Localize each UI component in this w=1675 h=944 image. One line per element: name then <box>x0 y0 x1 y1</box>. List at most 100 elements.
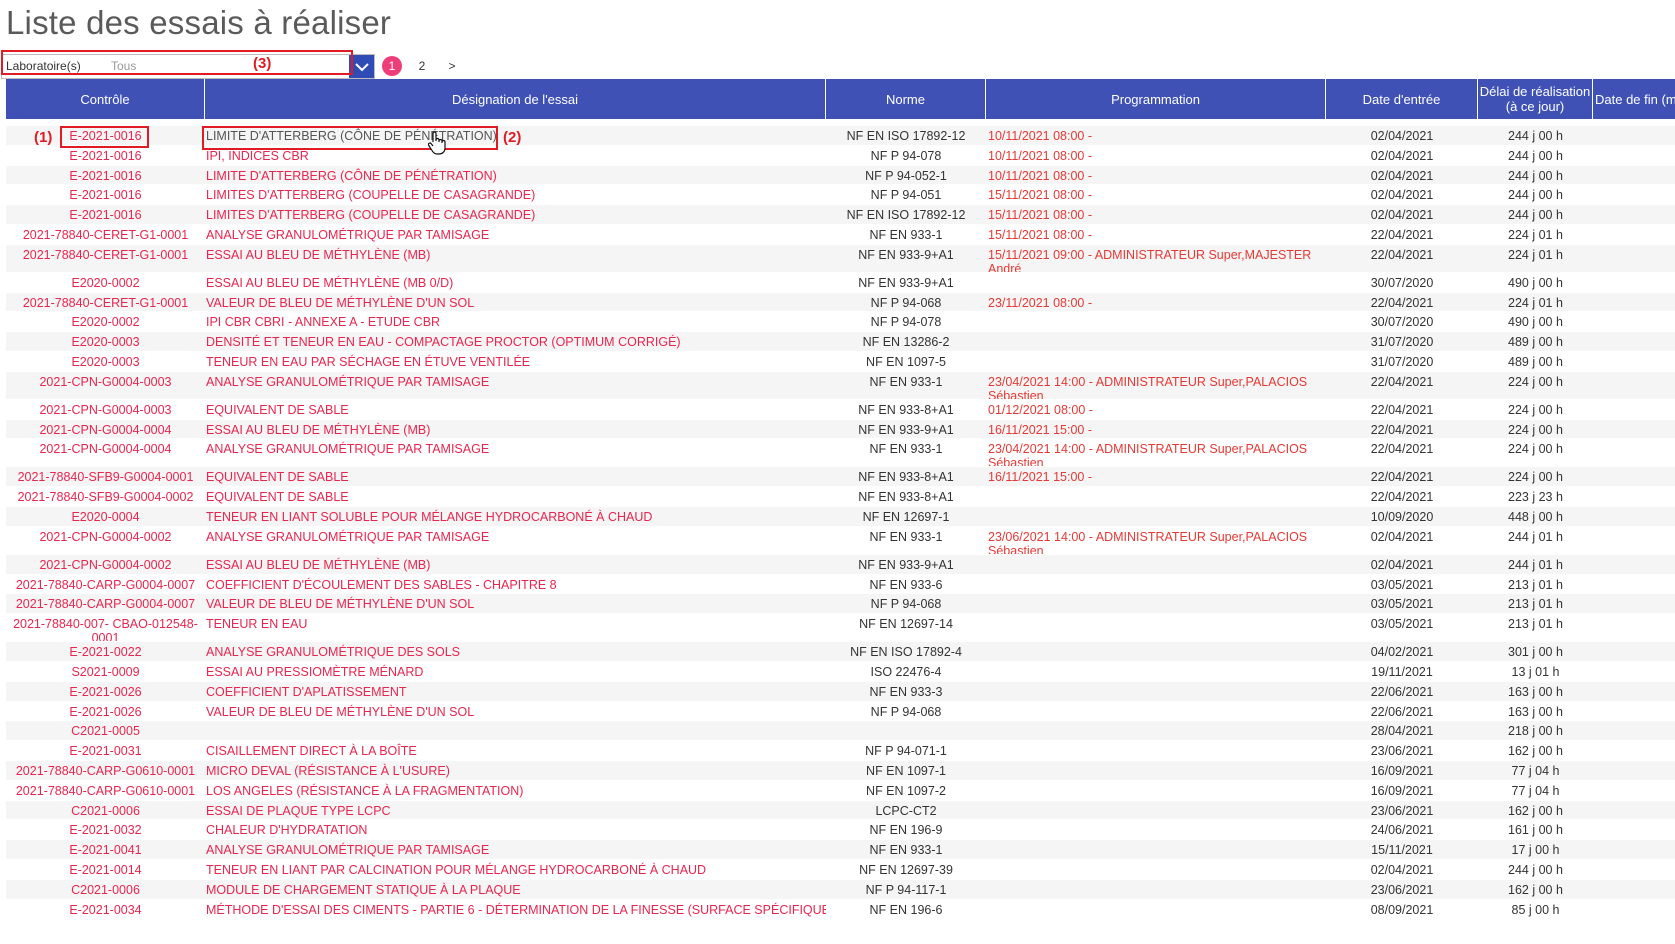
cell-controle[interactable]: 2021-78840-CARP-G0610-0001 <box>6 761 205 780</box>
cell-designation[interactable]: COEFFICIENT D'ÉCOULEMENT DES SABLES - CH… <box>205 575 826 594</box>
cell-designation[interactable]: CHALEUR D'HYDRATATION <box>205 820 826 839</box>
cell-controle[interactable]: C2021-0006 <box>6 801 205 820</box>
cell-designation[interactable]: LIMITES D'ATTERBERG (COUPELLE DE CASAGRA… <box>205 185 826 204</box>
cell-designation[interactable]: CISAILLEMENT DIRECT À LA BOÎTE <box>205 741 826 760</box>
cell-designation[interactable]: TENEUR EN EAU <box>205 614 826 641</box>
table-row[interactable]: E2020-0002 IPI CBR CBRI - ANNEXE A - ETUD… <box>6 312 1675 333</box>
table-row[interactable]: E-2021-0016 LIMITE D'ATTERBERG (CÔNE DE P… <box>6 165 1675 186</box>
cell-controle[interactable]: S2021-0009 <box>6 662 205 681</box>
cell-controle[interactable]: E-2021-0022 <box>6 642 205 661</box>
table-row[interactable]: E-2021-0014 TENEUR EN LIANT PAR CALCINATI… <box>6 860 1675 880</box>
cell-designation[interactable]: ANALYSE GRANULOMÉTRIQUE PAR TAMISAGE <box>205 840 826 859</box>
cell-designation[interactable]: ESSAI DE PLAQUE TYPE LCPC <box>205 801 826 820</box>
table-row[interactable]: C2021-0006 ESSAI DE PLAQUE TYPE LCPC LCPC-… <box>6 800 1675 821</box>
cell-controle[interactable]: E-2021-0026 <box>6 702 205 721</box>
table-row[interactable]: 2021-78840-CARP-G0610-0001 LOS ANGELES (R… <box>6 781 1675 801</box>
table-row[interactable]: E-2021-0026 COEFFICIENT D'APLATISSEMENT NF… <box>6 681 1675 702</box>
cell-designation[interactable]: MODULE DE CHARGEMENT STATIQUE À LA PLAQU… <box>205 880 826 899</box>
cell-designation[interactable]: ANALYSE GRANULOMÉTRIQUE PAR TAMISAGE <box>205 225 826 244</box>
table-row[interactable]: 2021-78840-007- CBAO-012548-0001 TENEUR E… <box>6 614 1675 643</box>
table-row[interactable]: E-2021-0034 MÉTHODE D'ESSAI DES CIMENTS -… <box>6 900 1675 920</box>
cell-controle[interactable]: 2021-78840-007- CBAO-012548-0001 <box>6 614 205 641</box>
chevron-down-icon[interactable] <box>349 55 374 78</box>
table-row[interactable]: 2021-78840-SFB9-G0004-0002 EQUIVALENT DE … <box>6 487 1675 507</box>
cell-designation[interactable]: DENSITÉ ET TENEUR EN EAU - COMPACTAGE PR… <box>205 332 826 351</box>
cell-controle[interactable]: 2021-78840-CARP-G0004-0007 <box>6 594 205 613</box>
table-row[interactable]: E-2021-0031 CISAILLEMENT DIRECT À LA BOÎT… <box>6 741 1675 761</box>
table-row[interactable]: 2021-78840-CERET-G1-0001 ESSAI AU BLEU DE… <box>6 244 1675 273</box>
cell-designation[interactable]: LIMITES D'ATTERBERG (COUPELLE DE CASAGRA… <box>205 205 826 224</box>
column-header-delai[interactable]: Délai de réalisation (à ce jour) <box>1478 79 1593 119</box>
table-row[interactable]: E-2021-0016 LIMITE D'ATTERBERG (CÔNE DE P… <box>6 126 1675 146</box>
cell-designation[interactable]: ESSAI AU PRESSIOMÈTRE MÉNARD <box>205 662 826 681</box>
table-row[interactable]: 2021-78840-CARP-G0610-0001 MICRO DEVAL (R… <box>6 760 1675 781</box>
cell-controle[interactable]: C2021-0006 <box>6 880 205 899</box>
column-header-norme[interactable]: Norme <box>826 79 986 119</box>
cell-controle[interactable]: 2021-CPN-G0004-0003 <box>6 372 205 399</box>
cell-designation[interactable]: LIMITE D'ATTERBERG (CÔNE DE PÉNÉTRATION) <box>205 166 826 185</box>
table-row[interactable]: 2021-78840-CARP-G0004-0007 COEFFICIENT D'… <box>6 575 1675 595</box>
cell-controle[interactable]: E2020-0004 <box>6 507 205 526</box>
cell-designation[interactable]: ESSAI AU BLEU DE MÉTHYLÈNE (MB) <box>205 555 826 574</box>
cell-designation[interactable]: VALEUR DE BLEU DE MÉTHYLÈNE D'UN SOL <box>205 594 826 613</box>
table-row[interactable]: E2020-0003 TENEUR EN EAU PAR SÉCHAGE EN É… <box>6 352 1675 372</box>
table-row[interactable]: 2021-CPN-G0004-0003 ANALYSE GRANULOMÉTRIQ… <box>6 371 1675 400</box>
cell-designation[interactable]: ESSAI AU BLEU DE MÉTHYLÈNE (MB 0/D) <box>205 273 826 292</box>
cell-controle[interactable]: E-2021-0016 <box>6 146 205 165</box>
table-row[interactable]: 2021-CPN-G0004-0004 ANALYSE GRANULOMÉTRIQ… <box>6 439 1675 468</box>
filter-value[interactable]: Tous <box>111 59 136 73</box>
table-row[interactable]: C2021-0006 MODULE DE CHARGEMENT STATIQUE … <box>6 879 1675 900</box>
cell-controle[interactable]: 2021-78840-SFB9-G0004-0002 <box>6 487 205 506</box>
cell-designation[interactable]: EQUIVALENT DE SABLE <box>205 467 826 486</box>
cell-controle[interactable]: 2021-CPN-G0004-0004 <box>6 420 205 439</box>
table-row[interactable]: E2020-0002 ESSAI AU BLEU DE MÉTHYLÈNE (MB… <box>6 273 1675 293</box>
table-row[interactable]: S2021-0009 ESSAI AU PRESSIOMÈTRE MÉNARD IS… <box>6 662 1675 682</box>
cell-controle[interactable]: 2021-78840-SFB9-G0004-0001 <box>6 467 205 486</box>
cell-controle[interactable]: 2021-78840-CERET-G1-0001 <box>6 293 205 312</box>
cell-controle[interactable]: C2021-0005 <box>6 721 205 740</box>
table-row[interactable]: E2020-0003 DENSITÉ ET TENEUR EN EAU - COM… <box>6 332 1675 352</box>
cell-designation[interactable]: VALEUR DE BLEU DE MÉTHYLÈNE D'UN SOL <box>205 702 826 721</box>
cell-designation[interactable]: ANALYSE GRANULOMÉTRIQUE PAR TAMISAGE <box>205 439 826 466</box>
cell-controle[interactable]: E-2021-0031 <box>6 741 205 760</box>
cell-controle[interactable]: 2021-CPN-G0004-0002 <box>6 555 205 574</box>
cell-designation[interactable]: TENEUR EN LIANT PAR CALCINATION POUR MÉL… <box>205 860 826 879</box>
cell-controle[interactable]: 2021-78840-CARP-G0004-0007 <box>6 575 205 594</box>
cell-controle[interactable]: E-2021-0016 <box>6 205 205 224</box>
cell-designation[interactable]: IPI CBR CBRI - ANNEXE A - ETUDE CBR <box>205 312 826 331</box>
cell-controle[interactable]: E-2021-0016 <box>6 185 205 204</box>
cell-designation[interactable]: EQUIVALENT DE SABLE <box>205 400 826 419</box>
cell-controle[interactable]: E-2021-0014 <box>6 860 205 879</box>
table-row[interactable]: 2021-78840-CARP-G0004-0007 VALEUR DE BLEU… <box>6 594 1675 615</box>
cell-controle[interactable]: 2021-78840-CARP-G0610-0001 <box>6 781 205 800</box>
cell-controle[interactable]: 2021-78840-CERET-G1-0001 <box>6 245 205 272</box>
table-row[interactable]: 2021-CPN-G0004-0004 ESSAI AU BLEU DE MÉTH… <box>6 419 1675 440</box>
cell-controle[interactable]: E-2021-0032 <box>6 820 205 839</box>
cell-designation[interactable]: TENEUR EN LIANT SOLUBLE POUR MÉLANGE HYD… <box>205 507 826 526</box>
column-header-designation[interactable]: Désignation de l'essai <box>205 79 826 119</box>
table-row[interactable]: 2021-CPN-G0004-0002 ANALYSE GRANULOMÉTRIQ… <box>6 527 1675 555</box>
table-row[interactable]: 2021-78840-CERET-G1-0001 VALEUR DE BLEU D… <box>6 292 1675 313</box>
cell-controle[interactable]: 2021-78840-CERET-G1-0001 <box>6 225 205 244</box>
cell-designation[interactable]: COEFFICIENT D'APLATISSEMENT <box>205 682 826 701</box>
cell-designation[interactable]: MÉTHODE D'ESSAI DES CIMENTS - PARTIE 6 -… <box>205 900 826 919</box>
cell-designation[interactable]: TENEUR EN EAU PAR SÉCHAGE EN ÉTUVE VENTI… <box>205 352 826 371</box>
cell-controle[interactable]: 2021-CPN-G0004-0004 <box>6 439 205 466</box>
table-row[interactable]: E-2021-0041 ANALYSE GRANULOMÉTRIQUE PAR T… <box>6 840 1675 860</box>
table-row[interactable]: 2021-78840-CERET-G1-0001 ANALYSE GRANULOM… <box>6 225 1675 245</box>
cell-designation[interactable]: ANALYSE GRANULOMÉTRIQUE PAR TAMISAGE <box>205 527 826 554</box>
next-page-button[interactable]: > <box>442 56 462 76</box>
page-2-button[interactable]: 2 <box>412 56 432 76</box>
column-header-programmation[interactable]: Programmation <box>986 79 1326 119</box>
cell-designation[interactable]: IPI, INDICES CBR <box>205 146 826 165</box>
cell-designation[interactable] <box>205 721 826 740</box>
table-row[interactable]: E-2021-0022 ANALYSE GRANULOMÉTRIQUE DES S… <box>6 642 1675 662</box>
cell-controle[interactable]: E2020-0003 <box>6 352 205 371</box>
table-row[interactable]: E-2021-0016 LIMITES D'ATTERBERG (COUPELLE… <box>6 205 1675 225</box>
cell-designation[interactable]: ESSAI AU BLEU DE MÉTHYLÈNE (MB) <box>205 420 826 439</box>
table-row[interactable]: E-2021-0032 CHALEUR D'HYDRATATION NF EN 19… <box>6 820 1675 841</box>
table-row[interactable]: E-2021-0026 VALEUR DE BLEU DE MÉTHYLÈNE D… <box>6 702 1675 722</box>
table-row[interactable]: E2020-0004 TENEUR EN LIANT SOLUBLE POUR M… <box>6 506 1675 527</box>
column-header-date-fin[interactable]: Date de fin (m <box>1593 79 1675 119</box>
column-header-date-entree[interactable]: Date d'entrée <box>1326 79 1478 119</box>
